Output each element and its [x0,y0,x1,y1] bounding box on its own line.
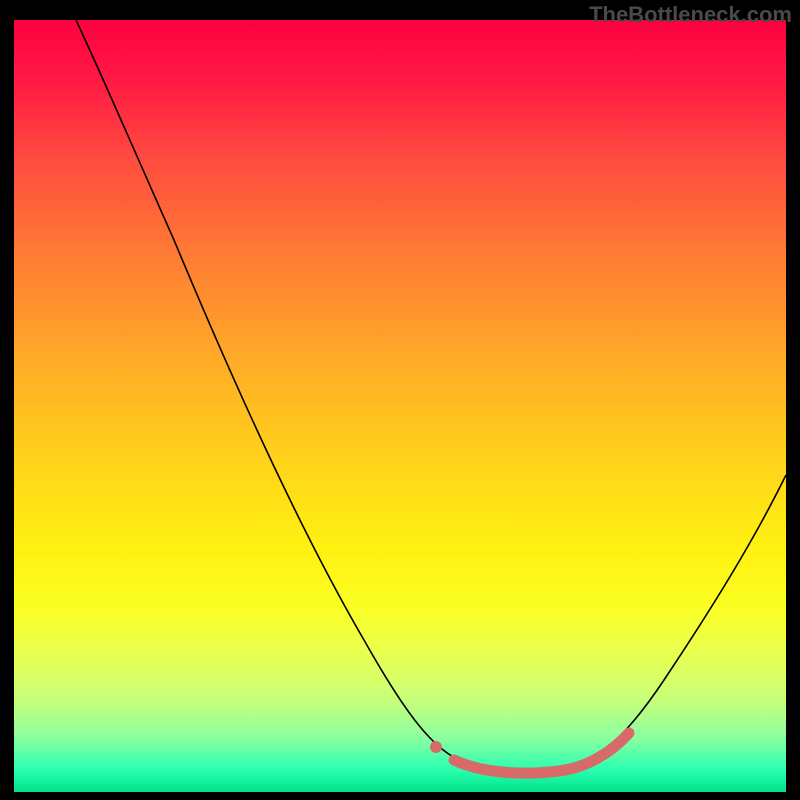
plot-area [14,20,786,792]
chart-container: TheBottleneck.com [0,0,800,800]
highlight-start-dot [430,741,442,753]
curve-svg [14,20,786,792]
valley-highlight [454,733,629,773]
watermark-text: TheBottleneck.com [589,2,792,28]
bottleneck-curve [76,20,786,772]
